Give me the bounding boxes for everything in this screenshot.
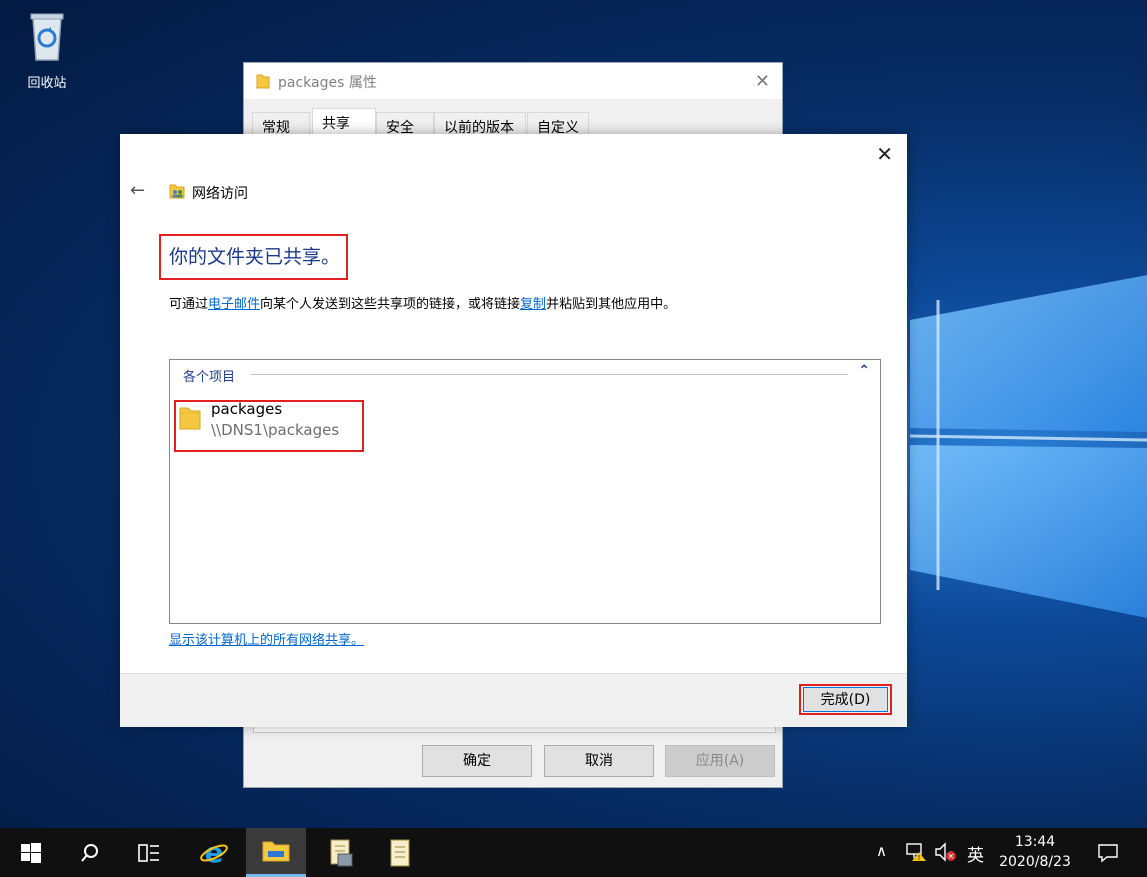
- recycle-bin-icon: [30, 13, 64, 61]
- page-title: 你的文件夹已共享。: [169, 246, 341, 268]
- notepad-icon: [390, 839, 410, 866]
- folder-icon: [256, 74, 270, 89]
- dialog-footer: [120, 673, 907, 727]
- group-header-label: 各个项目: [183, 370, 236, 385]
- desc-suffix: 并粘贴到其他应用中。: [546, 297, 677, 312]
- chevron-up-icon[interactable]: ∧: [876, 842, 887, 860]
- svg-text:!: !: [918, 854, 921, 862]
- tab-general[interactable]: 常规: [252, 112, 310, 136]
- taskbar-internet-explorer[interactable]: e: [185, 828, 243, 877]
- svg-text:✕: ✕: [948, 852, 955, 861]
- desc-middle: 向某个人发送到这些共享项的链接，或将链接: [260, 297, 521, 312]
- back-arrow-icon[interactable]: ←: [130, 180, 145, 201]
- cancel-button[interactable]: 取消: [544, 745, 654, 777]
- taskbar: e ∧ ! ✕ 英 13:44 2020/8/23: [0, 828, 1147, 877]
- shared-folder-path[interactable]: \\DNS1\packages: [211, 421, 339, 439]
- properties-window-icon: [330, 839, 353, 866]
- input-language-indicator[interactable]: 英: [967, 841, 984, 866]
- recycle-bin-label: 回收站: [27, 76, 67, 91]
- file-explorer-icon: [262, 841, 290, 862]
- desc-prefix: 可通过: [169, 297, 209, 312]
- properties-titlebar[interactable]: packages 属性 ✕: [244, 63, 782, 99]
- shared-folder-name[interactable]: packages: [211, 400, 282, 418]
- chevron-up-icon[interactable]: ⌃: [858, 363, 870, 379]
- task-view-button[interactable]: [120, 828, 178, 877]
- email-link[interactable]: 电子邮件: [208, 297, 260, 312]
- share-description: 可通过电子邮件向某个人发送到这些共享项的链接，或将链接复制并粘贴到其他应用中。: [169, 293, 676, 312]
- close-icon[interactable]: ✕: [755, 71, 770, 92]
- internet-explorer-icon: e: [200, 838, 228, 868]
- ok-button[interactable]: 确定: [422, 745, 532, 777]
- finish-button[interactable]: 完成(D): [803, 687, 888, 712]
- dialog-header-title: 网络访问: [192, 186, 248, 202]
- taskbar-file-explorer[interactable]: [246, 828, 306, 877]
- volume-muted-icon[interactable]: ✕: [934, 842, 958, 862]
- start-button[interactable]: [0, 828, 62, 877]
- properties-title: packages 属性: [278, 75, 377, 91]
- group-divider: [250, 374, 848, 375]
- svg-text:e: e: [205, 838, 224, 868]
- clock-time: 13:44: [1014, 834, 1056, 850]
- network-access-dialog: ✕ ← 网络访问 你的文件夹已共享。 可通过电子邮件向某个人发送到这些共享项的链…: [120, 134, 907, 727]
- tab-security[interactable]: 安全: [376, 112, 434, 136]
- taskbar-clock[interactable]: 13:44 2020/8/23: [998, 832, 1072, 872]
- tab-customize[interactable]: 自定义: [527, 112, 589, 136]
- search-button[interactable]: [62, 828, 118, 877]
- taskbar-notepad[interactable]: [372, 828, 428, 877]
- apply-button[interactable]: 应用(A): [665, 745, 775, 777]
- network-warning-icon[interactable]: !: [905, 842, 927, 862]
- shared-items-list: 各个项目 ⌃ packages \\DNS1\packages: [169, 359, 881, 624]
- windows-start-icon: [21, 842, 41, 863]
- close-icon[interactable]: ✕: [876, 142, 893, 166]
- task-view-icon: [138, 843, 159, 862]
- tab-previous-versions[interactable]: 以前的版本: [434, 112, 526, 136]
- notifications-icon[interactable]: [1097, 843, 1119, 863]
- copy-link[interactable]: 复制: [520, 297, 546, 312]
- taskbar-app-window[interactable]: [310, 828, 370, 877]
- show-all-shares-link[interactable]: 显示该计算机上的所有网络共享。: [169, 629, 364, 648]
- tab-sharing[interactable]: 共享: [312, 108, 376, 134]
- recycle-bin-shortcut[interactable]: 回收站: [14, 8, 80, 91]
- search-icon: [81, 843, 98, 862]
- clock-date: 2020/8/23: [999, 854, 1071, 870]
- folder-icon: [179, 407, 201, 430]
- network-users-icon: [169, 184, 185, 199]
